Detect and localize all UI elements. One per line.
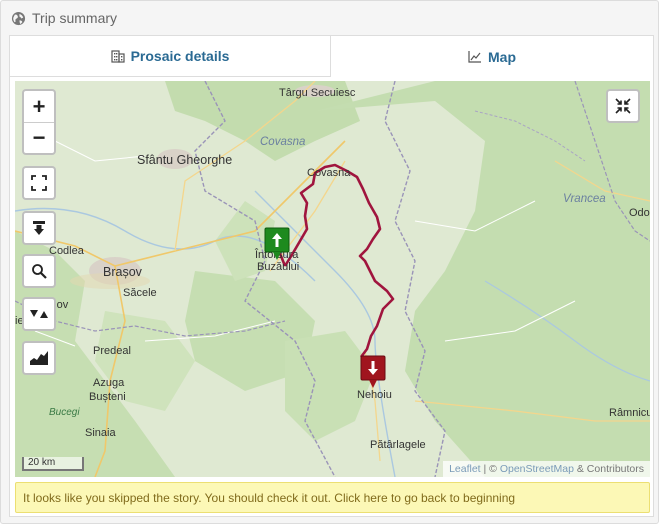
label-sfantu-gheorghe: Sfântu Gheorghe bbox=[137, 153, 233, 167]
tab-prosaic-details[interactable]: Prosaic details bbox=[9, 35, 330, 77]
label-azuga: Azuga bbox=[93, 377, 125, 389]
map-attribution: Leaflet | © OpenStreetMap & Contributors bbox=[443, 461, 650, 477]
fullscreen-icon bbox=[31, 175, 47, 191]
download-icon bbox=[33, 221, 45, 235]
map-tiles bbox=[15, 81, 650, 477]
tab-map-label: Map bbox=[488, 48, 516, 65]
attribution-separator: | © bbox=[480, 463, 500, 475]
leaflet-link[interactable]: Leaflet bbox=[449, 463, 481, 475]
zoom-in-button[interactable]: + bbox=[24, 91, 54, 122]
label-bucegi: Bucegi bbox=[49, 407, 80, 418]
label-targu-secuiesc: Târgu Secuiesc bbox=[279, 87, 356, 99]
panel-header: Trip summary bbox=[1, 1, 658, 35]
elevation-icon bbox=[30, 351, 48, 365]
fullscreen-button[interactable] bbox=[22, 166, 56, 200]
label-vrancea: Vrancea bbox=[563, 193, 606, 205]
exit-fullscreen-button[interactable] bbox=[606, 89, 640, 123]
zoom-out-button[interactable]: − bbox=[24, 122, 54, 153]
label-patarlagele: Pătârlagele bbox=[370, 439, 426, 451]
label-sinaia: Sinaia bbox=[85, 427, 116, 439]
zoom-control: + − bbox=[22, 89, 56, 155]
chart-line-icon bbox=[468, 51, 481, 63]
tab-content: Târgu Secuiesc Covasna Sfântu Gheorghe C… bbox=[9, 77, 654, 517]
attribution-contributors: & Contributors bbox=[573, 463, 644, 475]
toggle-layers-button[interactable] bbox=[22, 297, 56, 331]
label-brasov: Brașov bbox=[103, 265, 142, 279]
tab-bar: Prosaic details Map bbox=[9, 35, 654, 77]
label-ramnicu: Râmnicu bbox=[609, 407, 650, 419]
search-button[interactable] bbox=[22, 254, 56, 288]
start-marker[interactable] bbox=[264, 227, 290, 261]
tab-prosaic-details-label: Prosaic details bbox=[130, 48, 230, 64]
label-buzaului: Buzăului bbox=[257, 261, 300, 273]
panel-title: Trip summary bbox=[32, 10, 118, 26]
map-view[interactable]: Târgu Secuiesc Covasna Sfântu Gheorghe C… bbox=[15, 81, 650, 477]
tab-map[interactable]: Map bbox=[330, 35, 654, 77]
download-button[interactable] bbox=[22, 211, 56, 245]
building-icon bbox=[110, 49, 125, 63]
osm-link[interactable]: OpenStreetMap bbox=[500, 463, 574, 475]
collapse-icon bbox=[615, 98, 631, 114]
label-predeal: Predeal bbox=[93, 345, 131, 357]
label-nehoiu: Nehoiu bbox=[357, 389, 392, 401]
label-covasna-region: Covasna bbox=[260, 136, 306, 148]
scale-bar: 20 km bbox=[22, 457, 84, 471]
skipped-story-notice[interactable]: It looks like you skipped the story. You… bbox=[15, 482, 650, 513]
label-odo: Odo bbox=[629, 207, 650, 219]
triangles-icon bbox=[30, 310, 48, 318]
elevation-button[interactable] bbox=[22, 341, 56, 375]
search-icon bbox=[32, 264, 47, 279]
end-marker[interactable] bbox=[360, 355, 386, 389]
globe-icon bbox=[11, 11, 26, 25]
label-busteni: Bușteni bbox=[89, 391, 126, 403]
trip-summary-panel: Trip summary Prosaic details Map Târgu S… bbox=[0, 0, 659, 524]
label-sacele: Săcele bbox=[123, 287, 157, 299]
label-covasna-town: Covasna bbox=[307, 167, 351, 179]
